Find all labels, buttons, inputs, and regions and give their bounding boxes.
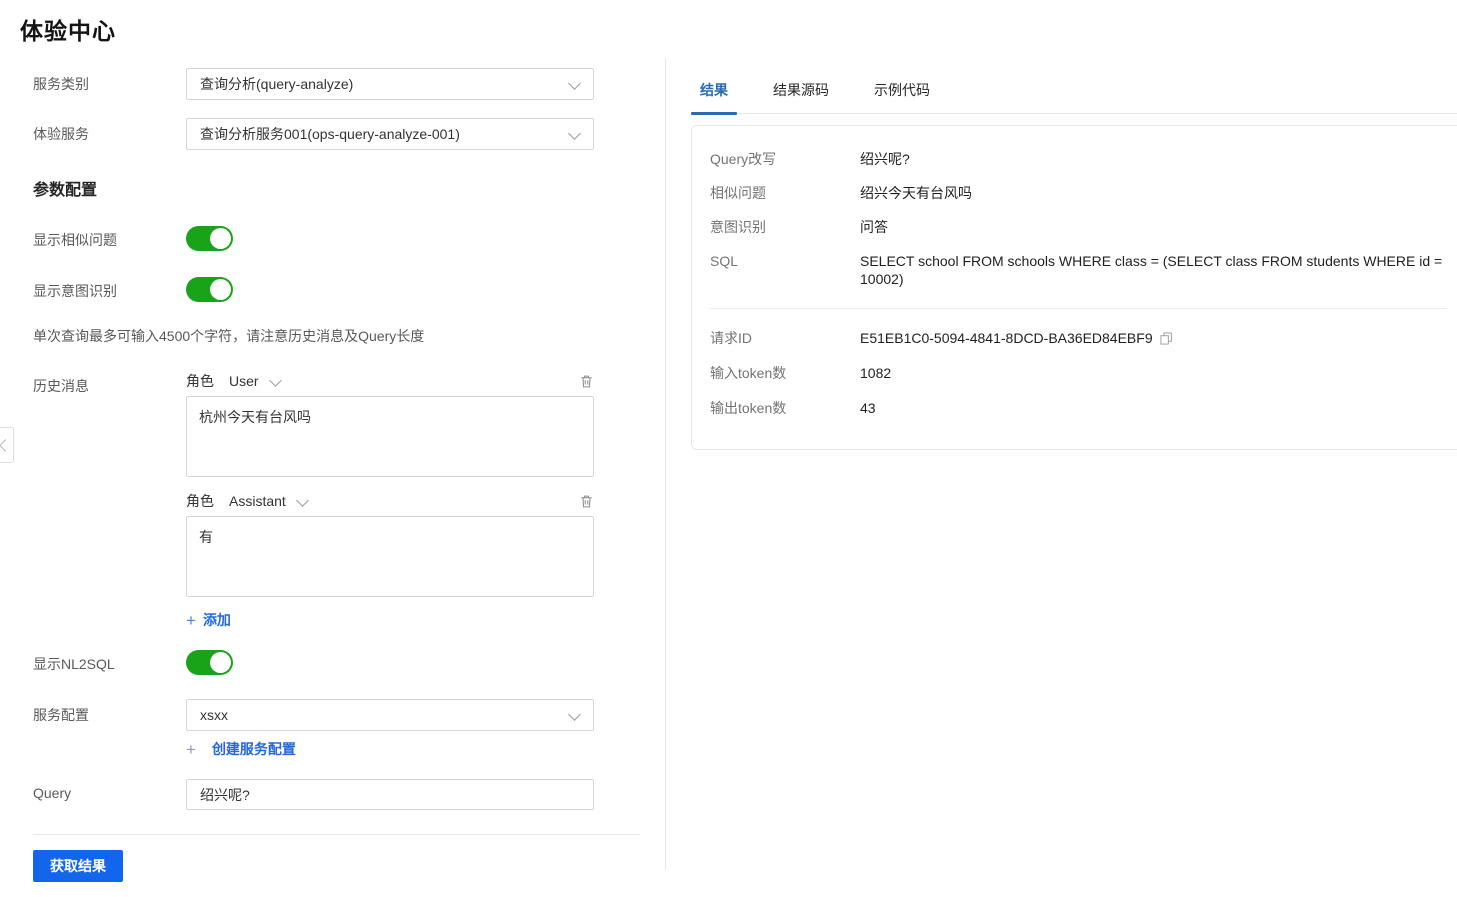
role-select-value: Assistant	[229, 493, 286, 509]
service-config-value: xsxx	[200, 707, 228, 723]
main-layout: 服务类别 查询分析(query-analyze) 体验服务 查询分析服务001(…	[0, 58, 1457, 882]
result-row-sql: SQL SELECT school FROM schools WHERE cla…	[710, 252, 1447, 288]
results-panel: 结果 结果源码 示例代码 Query改写 绍兴呢? 相似问题 绍兴今天有台风吗 …	[665, 58, 1457, 870]
experience-service-row: 体验服务 查询分析服务001(ops-query-analyze-001)	[33, 118, 640, 150]
chevron-left-icon	[0, 438, 12, 452]
history-message-content[interactable]: 杭州今天有台风吗	[186, 396, 594, 477]
results-tabs: 结果 结果源码 示例代码	[691, 58, 1457, 115]
chevron-down-icon	[568, 77, 581, 90]
tab-sample-code[interactable]: 示例代码	[865, 78, 939, 113]
history-message-1: 角色 Assistant 有	[186, 490, 594, 597]
chevron-down-icon	[268, 373, 282, 387]
trash-icon	[581, 495, 592, 507]
form-divider	[33, 834, 640, 835]
result-row-query-rewrite: Query改写 绍兴呢?	[710, 150, 1447, 168]
meta-label: 请求ID	[710, 330, 752, 346]
result-value: 绍兴今天有台风吗	[860, 185, 972, 201]
tab-result[interactable]: 结果	[691, 78, 737, 115]
role-select-value: User	[229, 373, 259, 389]
show-nl2sql-row: 显示NL2SQL	[33, 648, 640, 675]
output-tokens-value: 43	[860, 400, 876, 416]
config-form: 服务类别 查询分析(query-analyze) 体验服务 查询分析服务001(…	[0, 58, 665, 882]
collapse-panel-button[interactable]	[0, 427, 14, 463]
show-intent-row: 显示意图识别	[33, 275, 640, 302]
meta-row-output-tokens: 输出token数 43	[710, 399, 1447, 417]
result-row-similar-question: 相似问题 绍兴今天有台风吗	[710, 184, 1447, 202]
toggle-knob	[210, 228, 231, 249]
query-input[interactable]	[186, 779, 594, 810]
history-messages-row: 历史消息 角色 User 杭州今天有台风吗 角色 Assistant 有 + 添…	[33, 370, 640, 630]
copy-icon	[1160, 331, 1172, 345]
get-result-button[interactable]: 获取结果	[33, 850, 123, 882]
params-section-heading: 参数配置	[33, 182, 98, 199]
delete-message-button[interactable]	[579, 374, 594, 389]
tab-result-source[interactable]: 结果源码	[764, 78, 838, 113]
history-messages-label: 历史消息	[33, 378, 89, 394]
plus-icon: +	[186, 610, 196, 630]
history-message-content[interactable]: 有	[186, 516, 594, 597]
service-config-select[interactable]: xsxx	[186, 699, 594, 731]
show-intent-toggle[interactable]	[186, 277, 233, 302]
query-length-note: 单次查询最多可输入4500个字符，请注意历史消息及Query长度	[33, 328, 425, 344]
meta-label: 输出token数	[710, 400, 787, 416]
toggle-knob	[210, 279, 231, 300]
copy-request-id-button[interactable]	[1160, 331, 1173, 345]
create-service-config-row: + 创建服务配置	[33, 735, 640, 759]
create-service-config-label: 创建服务配置	[211, 741, 296, 757]
result-value: SELECT school FROM schools WHERE class =…	[860, 253, 1443, 287]
service-config-row: 服务配置 xsxx	[33, 699, 640, 731]
meta-label: 输入token数	[710, 365, 787, 381]
input-tokens-value: 1082	[860, 365, 892, 381]
result-label: Query改写	[710, 151, 777, 167]
card-divider	[710, 308, 1447, 309]
result-card: Query改写 绍兴呢? 相似问题 绍兴今天有台风吗 意图识别 问答 SQL S…	[691, 125, 1457, 450]
history-message-0: 角色 User 杭州今天有台风吗	[186, 370, 594, 477]
service-category-label: 服务类别	[33, 76, 89, 92]
result-label: 意图识别	[710, 219, 766, 235]
role-select-assistant[interactable]: Assistant	[229, 493, 309, 509]
toggle-knob	[210, 652, 231, 673]
show-similar-label: 显示相似问题	[33, 232, 117, 248]
experience-service-value: 查询分析服务001(ops-query-analyze-001)	[200, 126, 460, 142]
service-category-value: 查询分析(query-analyze)	[200, 76, 354, 92]
result-row-intent: 意图识别 问答	[710, 218, 1447, 236]
result-value: 问答	[860, 219, 888, 235]
service-config-label: 服务配置	[33, 707, 89, 723]
page-title: 体验中心	[20, 18, 116, 44]
meta-row-input-tokens: 输入token数 1082	[710, 364, 1447, 382]
show-nl2sql-toggle[interactable]	[186, 650, 233, 675]
role-label: 角色	[186, 373, 214, 389]
query-row: Query	[33, 779, 640, 810]
plus-icon: +	[186, 739, 196, 759]
trash-icon	[581, 375, 592, 387]
request-id-value: E51EB1C0-5094-4841-8DCD-BA36ED84EBF9	[860, 330, 1153, 346]
result-label: 相似问题	[710, 185, 766, 201]
experience-service-label: 体验服务	[33, 126, 89, 142]
chevron-down-icon	[568, 127, 581, 140]
service-category-row: 服务类别 查询分析(query-analyze)	[33, 68, 640, 100]
add-message-label: 添加	[202, 612, 231, 628]
result-value: 绍兴呢?	[860, 151, 910, 167]
show-similar-row: 显示相似问题	[33, 224, 640, 251]
experience-service-select[interactable]: 查询分析服务001(ops-query-analyze-001)	[186, 118, 594, 150]
show-similar-toggle[interactable]	[186, 226, 233, 251]
query-label: Query	[33, 785, 72, 801]
meta-row-request-id: 请求ID E51EB1C0-5094-4841-8DCD-BA36ED84EBF…	[710, 329, 1447, 347]
show-intent-label: 显示意图识别	[33, 283, 117, 299]
delete-message-button[interactable]	[579, 494, 594, 509]
service-category-select[interactable]: 查询分析(query-analyze)	[186, 68, 594, 100]
result-label: SQL	[710, 253, 739, 269]
chevron-down-icon	[568, 708, 581, 721]
role-label: 角色	[186, 493, 214, 509]
add-message-link[interactable]: + 添加	[186, 610, 594, 630]
create-service-config-link[interactable]: + 创建服务配置	[186, 739, 594, 759]
role-select-user[interactable]: User	[229, 373, 282, 389]
chevron-down-icon	[295, 493, 309, 507]
show-nl2sql-label: 显示NL2SQL	[33, 656, 115, 672]
